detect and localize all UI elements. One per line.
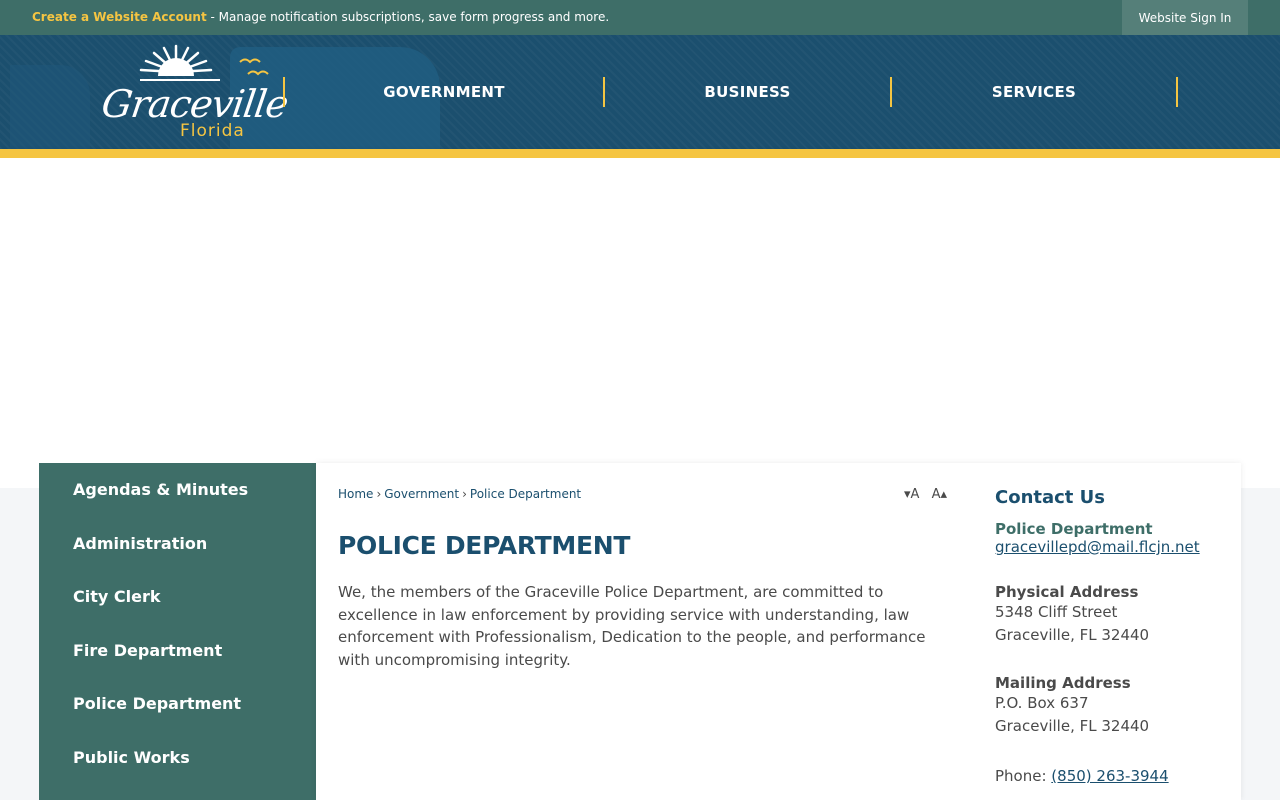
mailing-address-line2: Graceville, FL 32440: [995, 717, 1150, 735]
nav-item-services[interactable]: SERVICES: [892, 35, 1176, 149]
create-account-link[interactable]: Create a Website Account: [32, 10, 207, 24]
header-map-decoration: [10, 65, 90, 149]
physical-address-line1: 5348 Cliff Street: [995, 603, 1118, 621]
physical-address-line2: Graceville, FL 32440: [995, 626, 1150, 644]
main-content: Home › Government › Police Department ▾A A▴ …: [316, 463, 1241, 800]
page-body-text: We, the members of the Graceville Police…: [338, 583, 926, 669]
logo-state-text: Florida: [180, 121, 245, 141]
page-title: POLICE DEPARTMENT: [338, 531, 631, 560]
contact-heading: Contact Us: [995, 487, 1106, 508]
mailing-address-label: Mailing Address: [995, 674, 1131, 692]
breadcrumb-separator: ›: [462, 487, 467, 501]
breadcrumb-government[interactable]: Government: [384, 487, 459, 501]
account-notice: Create a Website Account - Manage notifi…: [32, 10, 609, 24]
top-notice-bar: Create a Website Account - Manage notifi…: [0, 0, 1280, 35]
nav-item-government[interactable]: GOVERNMENT: [285, 35, 603, 149]
sidebar-item-administration[interactable]: Administration: [73, 534, 207, 553]
nav-separator: [1176, 77, 1178, 107]
sidebar-item-police-department[interactable]: Police Department: [73, 694, 241, 713]
contact-email-link[interactable]: gracevillepd@mail.flcjn.net: [995, 538, 1235, 556]
text-resize-controls: ▾A A▴: [904, 487, 955, 502]
site-logo[interactable]: Graceville Florida: [99, 44, 290, 144]
breadcrumb-home[interactable]: Home: [338, 487, 373, 501]
banner-area: [0, 158, 1280, 488]
header-gold-rule: [0, 149, 1280, 158]
contact-phone: Phone: (850) 263-3944: [995, 765, 1235, 788]
increase-text-size-button[interactable]: A▴: [932, 487, 947, 502]
breadcrumb: Home › Government › Police Department: [338, 487, 581, 501]
phone-link[interactable]: (850) 263-3944: [1051, 767, 1168, 785]
notice-text: - Manage notification subscriptions, sav…: [206, 10, 610, 24]
sidebar-item-agendas-minutes[interactable]: Agendas & Minutes: [73, 480, 248, 499]
sidebar-item-public-works[interactable]: Public Works: [73, 748, 190, 767]
contact-department: Police Department: [995, 520, 1153, 538]
breadcrumb-police-department[interactable]: Police Department: [470, 487, 581, 501]
mailing-address-line1: P.O. Box 637: [995, 694, 1089, 712]
contact-us-widget: Contact Us Police Department gracevillep…: [995, 487, 1235, 788]
logo-script-text: Graceville: [98, 82, 291, 126]
website-sign-in-button[interactable]: Website Sign In: [1122, 0, 1248, 35]
main-navigation: GOVERNMENT BUSINESS SERVICES: [283, 35, 1183, 149]
breadcrumb-separator: ›: [376, 487, 382, 501]
decrease-text-size-button[interactable]: ▾A: [904, 487, 919, 502]
phone-label: Phone:: [995, 767, 1052, 785]
sidebar-item-city-clerk[interactable]: City Clerk: [73, 587, 160, 606]
sidebar-item-fire-department[interactable]: Fire Department: [73, 641, 222, 660]
nav-item-business[interactable]: BUSINESS: [605, 35, 890, 149]
physical-address-label: Physical Address: [995, 583, 1139, 601]
sidebar-menu: Agendas & Minutes Administration City Cl…: [39, 463, 316, 800]
